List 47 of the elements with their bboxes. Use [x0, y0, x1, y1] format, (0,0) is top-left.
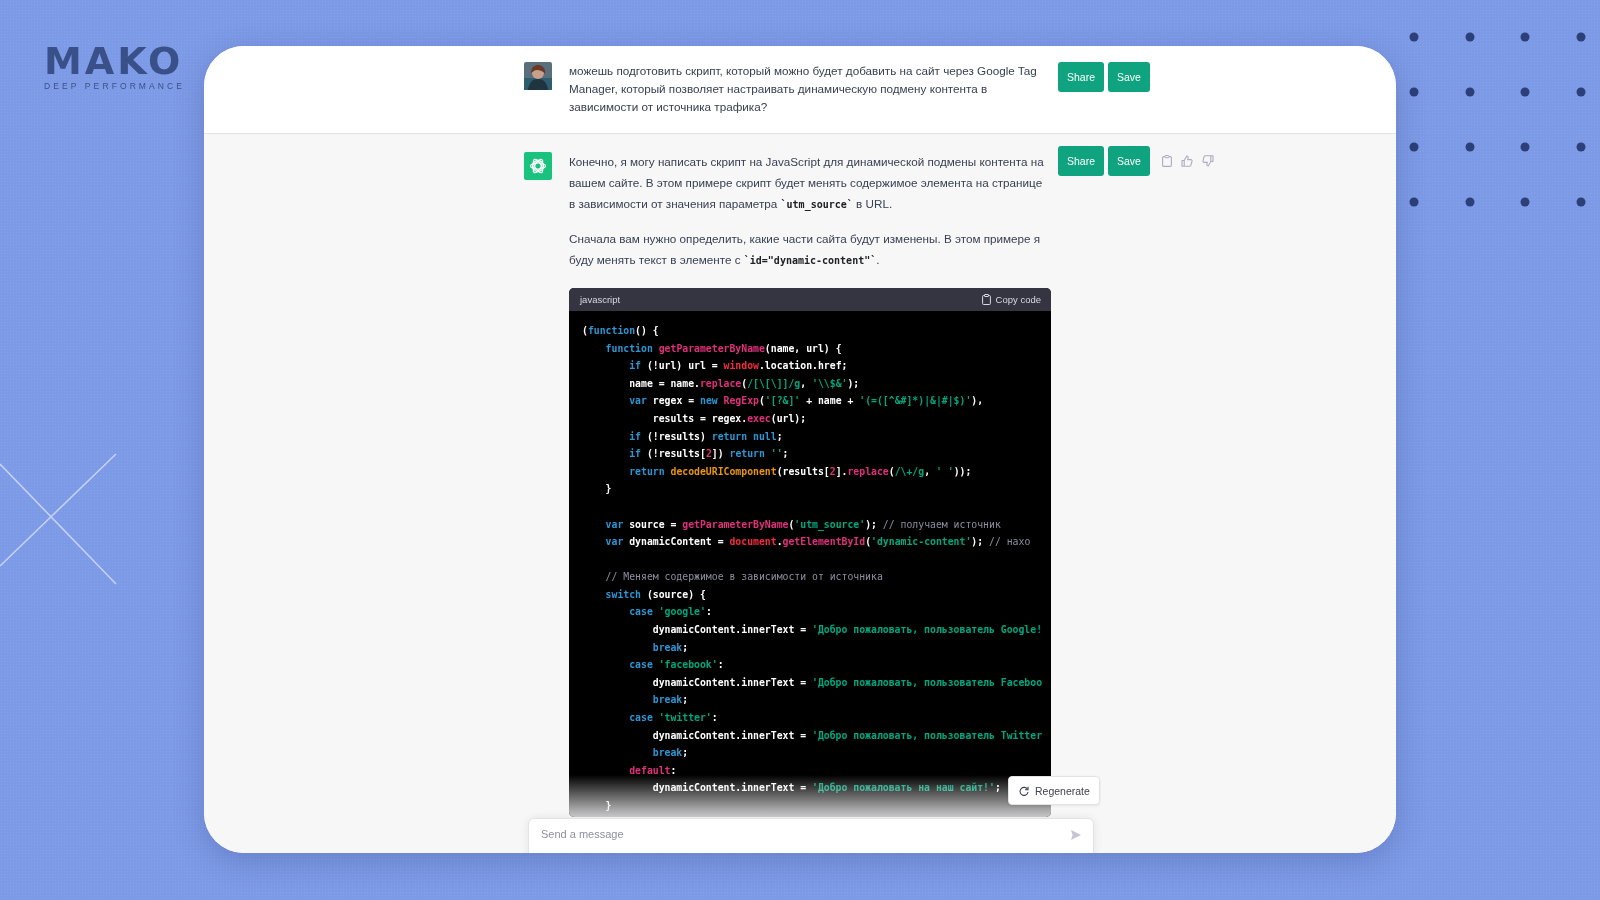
code-line: break; [651, 640, 689, 655]
code-line: case 'facebook': [628, 658, 724, 673]
assistant-logo-icon [524, 152, 552, 180]
code-line: var regex = new RegExp('[?&]' + name + '(=([^&#]*)|&|#|$)'), [628, 394, 984, 409]
message-text: можешь подготовить скрипт, который можно будет добавить на сайт через Google Tag Manager, который позволяет настраивать динамическую подмену контента в зависимости от источника трафика? [569, 63, 1038, 115]
code-line: var source = getParameterByName('utm_source'); // получаем источник [604, 517, 1001, 533]
clipboard-icon [981, 294, 991, 305]
refresh-icon [1019, 785, 1029, 796]
save-button[interactable]: Save [1108, 146, 1150, 176]
clipboard-icon[interactable] [1161, 155, 1172, 167]
share-button[interactable]: Share [1058, 62, 1105, 92]
code-line: // Меняем содержимое в зависимости от источника [604, 570, 883, 585]
code-line: switch (source) { [604, 587, 706, 602]
message-field[interactable]: Send a message [528, 818, 1094, 853]
share-button[interactable]: Share [1058, 146, 1105, 176]
save-button[interactable]: Save [1108, 62, 1150, 92]
user-avatar [524, 62, 552, 90]
code-line: break; [651, 693, 689, 708]
message-text: Сначала вам нужно определить, какие части сайта будут изменены. В этом примере я буду менять текст в элементе с `id="dynamic-content"`. [569, 231, 1042, 269]
code-line: } [604, 482, 612, 497]
message-text: Конечно, я могу написать скрипт на JavaScript для динамической подмены контента на вашем сайте. В этом примере скрипт будет менять содержимое элемента на странице в зависимости от значения параметра `utm_source` в URL. [569, 154, 1045, 213]
code-language-label: javascript [580, 294, 621, 305]
code-line: break; [651, 746, 689, 761]
code-line: results = regex.exec(url); [651, 411, 807, 426]
code-line: } [604, 799, 612, 813]
thumbs-up-icon[interactable] [1180, 155, 1193, 167]
code-line: function getParameterByName(name, url) { [604, 341, 842, 356]
logo-wordmark: MAKO [44, 44, 185, 78]
code-line: default: [628, 763, 677, 778]
code-line: dynamicContent.innerText = 'Добро пожаловать на наш сайт!'; [651, 781, 1001, 796]
copy-code-button[interactable]: Copy code [981, 294, 1041, 305]
logo-tagline: DEEP PERFORMANCE [44, 81, 186, 91]
code-line: dynamicContent.innerText = 'Добро пожаловать, пользователь Faceboo [651, 675, 1043, 690]
send-icon[interactable] [1070, 829, 1082, 841]
code-line: dynamicContent.innerText = 'Добро пожаловать, пользователь Google! [651, 623, 1043, 638]
code-line: case 'google': [628, 605, 712, 620]
thumbs-down-icon[interactable] [1201, 155, 1214, 167]
code-line: if (!results[2]) return ''; [628, 447, 789, 462]
code-line: if (!results) return null; [628, 429, 783, 444]
code-line: dynamicContent.innerText = 'Добро пожаловать, пользователь Twitter [651, 728, 1043, 743]
code-line: var dynamicContent = document.getElementById('dynamic-content'); // нахо [604, 535, 1031, 550]
code-line: (function() { [582, 324, 659, 338]
regenerate-button[interactable]: Regenerate [1008, 776, 1100, 805]
code-line: if (!url) url = window.location.href; [628, 359, 848, 374]
code-line: case 'twitter': [628, 711, 718, 726]
code-line: return decodeURIComponent(results[2].replace(/\+/g, ' ')); [628, 464, 972, 479]
code-line: name = name.replace(/[\[\]]/g, '\\$&'); [628, 376, 860, 391]
